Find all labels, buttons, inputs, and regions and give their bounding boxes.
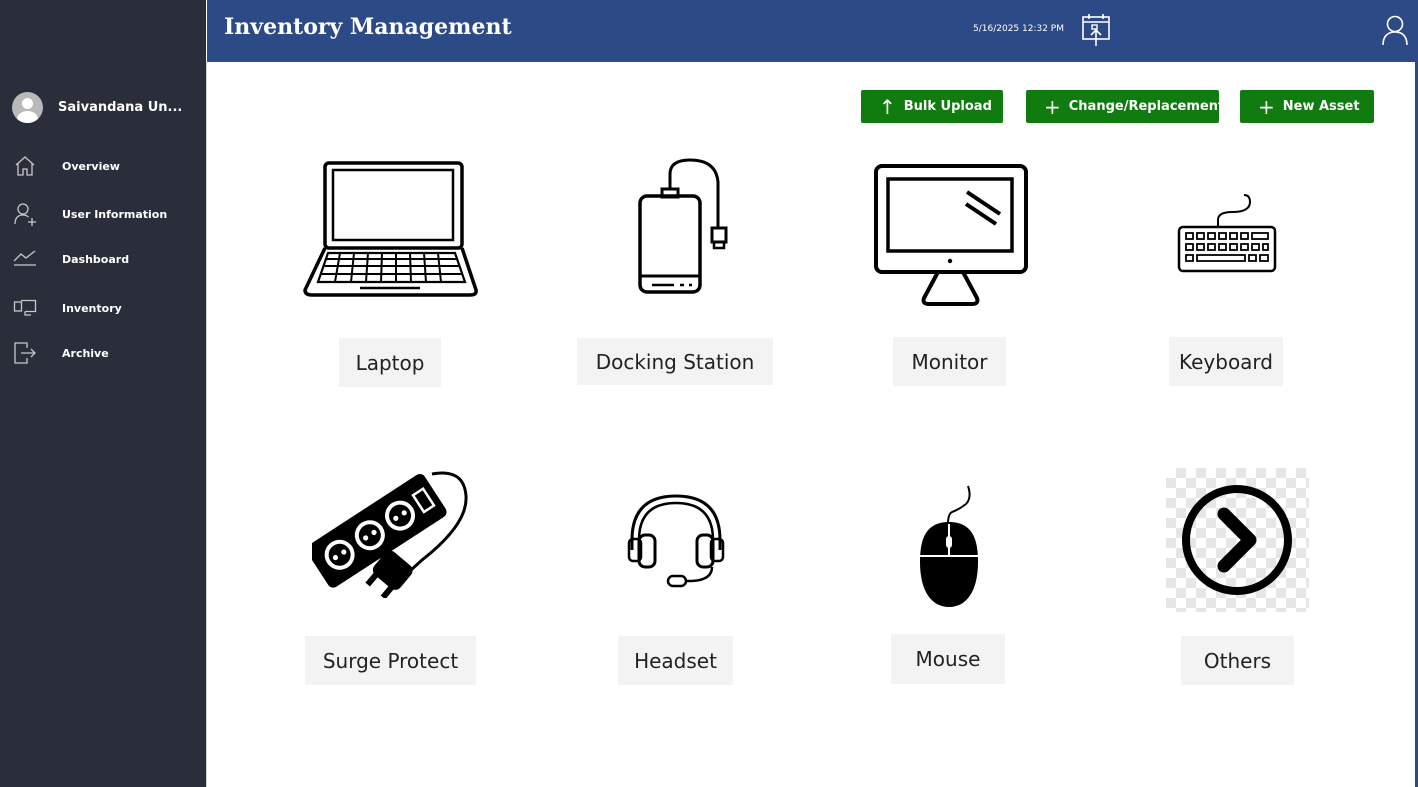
asset-tile-mouse[interactable]: Mouse [891,634,1005,684]
laptop-icon[interactable] [300,158,482,300]
sign-out-icon [14,342,36,364]
bulk-upload-button[interactable]: ↑ Bulk Upload [861,90,1003,123]
asset-tile-docking-station[interactable]: Docking Station [577,338,773,385]
surge-protector-icon[interactable] [312,468,470,598]
divider [206,62,207,787]
sidebar-item-label: Archive [62,346,109,360]
bulk-upload-label: Bulk Upload [903,99,992,114]
sidebar-item-user-information[interactable]: User Information [0,196,206,232]
app-header: Inventory Management 5/16/2025 12:32 PM [207,0,1416,62]
new-asset-button[interactable]: + New Asset [1240,90,1374,123]
sidebar-item-archive[interactable]: Archive [0,335,206,371]
home-icon [15,156,35,176]
plus-icon: + [1044,94,1061,119]
asset-tile-keyboard[interactable]: Keyboard [1169,337,1283,386]
sidebar-item-inventory[interactable]: Inventory [0,290,206,326]
plus-icon: + [1258,94,1275,119]
new-asset-label: New Asset [1282,99,1360,114]
sidebar-item-dashboard[interactable]: Dashboard [0,241,206,277]
app-window: Saivandana Un... Overview User Informati… [0,0,1418,787]
monitor-icon[interactable] [872,162,1030,310]
asset-tile-headset[interactable]: Headset [618,636,733,685]
sidebar-item-label: Dashboard [62,252,130,266]
sidebar-item-label: Inventory [62,301,122,315]
user-name: Saivandana Un... [58,100,183,115]
chevron-right-circle-icon [1182,485,1292,595]
keyboard-icon[interactable] [1176,192,1278,274]
sidebar-item-label: Overview [62,159,120,173]
change-replacement-label: Change/Replacement [1068,99,1225,114]
headset-icon[interactable] [622,490,730,590]
page-title: Inventory Management [224,14,512,40]
user-profile-icon[interactable] [1381,14,1409,46]
current-datetime: 5/16/2025 12:32 PM [973,24,1064,34]
asset-tile-surge-protect[interactable]: Surge Protect [305,636,476,685]
change-replacement-button[interactable]: + Change/Replacement [1026,90,1224,123]
chart-line-icon [13,250,36,266]
sidebar: Saivandana Un... Overview User Informati… [0,0,206,787]
sidebar-item-overview[interactable]: Overview [0,148,206,184]
avatar [12,92,43,123]
add-user-icon [14,203,36,226]
sidebar-item-label: User Information [62,207,168,221]
inventory-icon [13,299,37,316]
arrow-up-icon: ↑ [879,94,896,119]
asset-tile-laptop[interactable]: Laptop [339,338,441,387]
others-image[interactable] [1166,468,1309,612]
calendar-upload-icon[interactable] [1081,13,1111,47]
mouse-icon[interactable] [916,484,982,610]
user-profile[interactable]: Saivandana Un... [12,92,182,123]
asset-tile-others[interactable]: Others [1181,636,1294,685]
docking-station-icon[interactable] [634,156,730,296]
asset-tile-monitor[interactable]: Monitor [893,337,1006,386]
